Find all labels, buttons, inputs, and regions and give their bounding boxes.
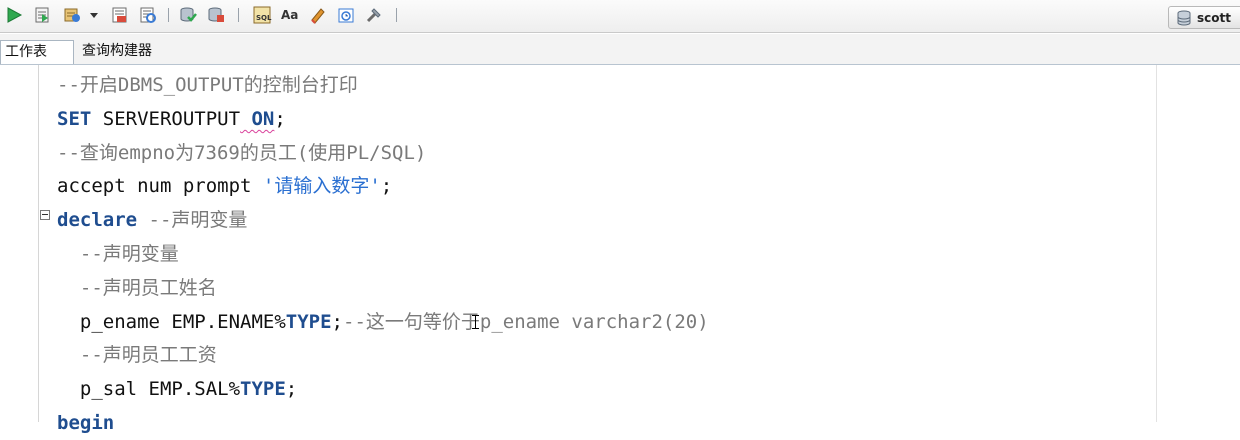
text-cursor-icon — [472, 315, 479, 329]
sql-editor[interactable]: --开启DBMS_OUTPUT的控制台打印 SET SERVEROUTPUT ON… — [0, 65, 1240, 434]
right-margin-line — [1156, 65, 1157, 422]
code-token: '请输入数字' — [262, 175, 381, 198]
unshared-sql-icon[interactable]: SQL — [252, 5, 272, 25]
code-token: p_ename EMP.ENAME% — [57, 310, 286, 333]
sql-tuning-icon[interactable] — [138, 5, 158, 25]
fold-collapse-icon[interactable] — [40, 210, 50, 220]
code-line[interactable]: begin — [57, 406, 114, 440]
code-token: ON — [240, 107, 275, 130]
code-token: SET — [57, 107, 92, 130]
code-line[interactable]: --声明员工工资 — [57, 338, 217, 372]
code-token: ; — [380, 175, 393, 198]
code-line[interactable]: p_sal EMP.SAL%TYPE; — [57, 372, 297, 406]
code-line[interactable]: accept num prompt '请输入数字'; — [57, 169, 392, 203]
code-token: ; — [274, 107, 286, 130]
svg-text:SQL: SQL — [256, 14, 272, 22]
clear-icon[interactable] — [308, 5, 328, 25]
sql-history-icon[interactable] — [336, 5, 356, 25]
code-token: TYPE — [240, 378, 286, 401]
tab-worksheet[interactable]: 工作表 — [0, 40, 74, 64]
toolbar-separator — [168, 8, 169, 22]
run-script-icon[interactable] — [32, 5, 52, 25]
run-statement-icon[interactable] — [4, 5, 24, 25]
gutter-divider — [38, 65, 39, 422]
code-line[interactable]: declare --声明变量 — [57, 203, 247, 237]
code-token: --查询empno为7369的员工(使用PL/SQL) — [57, 141, 427, 164]
rollback-icon[interactable] — [206, 5, 226, 25]
code-token: --声明员工工资 — [57, 344, 217, 367]
code-token: ; — [285, 378, 298, 401]
explain-plan-icon[interactable] — [110, 5, 130, 25]
connection-selector[interactable]: scott — [1168, 6, 1240, 29]
code-token: ; — [331, 310, 343, 333]
code-line[interactable]: --查询empno为7369的员工(使用PL/SQL) — [57, 136, 426, 170]
code-token: accept num prompt — [57, 175, 263, 198]
to-upper-lower-icon[interactable]: Aa — [280, 5, 300, 25]
svg-text:Aa: Aa — [281, 8, 298, 22]
code-token: TYPE — [285, 310, 332, 333]
code-token: begin — [57, 412, 115, 434]
code-line[interactable]: SET SERVEROUTPUT ON; — [57, 102, 286, 136]
code-line[interactable]: --开启DBMS_OUTPUT的控制台打印 — [57, 68, 358, 102]
code-token: SERVEROUTPUT — [91, 107, 241, 130]
toolbar-separator — [396, 8, 397, 22]
toolbar-separator — [238, 8, 239, 22]
code-line[interactable]: --声明员工姓名 — [57, 271, 217, 305]
tab-query-builder[interactable]: 查询构建器 — [82, 40, 152, 64]
code-line[interactable]: p_ename EMP.ENAME%TYPE;--这一句等价于p_ename v… — [57, 305, 709, 339]
code-token: --声明变量 — [57, 243, 179, 265]
format-icon[interactable] — [364, 5, 384, 25]
code-token: --声明员工姓名 — [57, 276, 217, 299]
code-line[interactable]: --声明变量 — [57, 237, 179, 271]
dropdown-arrow-icon[interactable] — [88, 5, 100, 25]
code-token: --开启DBMS_OUTPUT的控制台打印 — [57, 74, 358, 96]
worksheet-tabs: 工作表 查询构建器 — [0, 34, 1240, 65]
worksheet-toolbar: SQL Aa scott — [0, 0, 1240, 33]
commit-icon[interactable] — [178, 5, 198, 25]
code-token: --声明变量 — [137, 209, 248, 232]
connection-name: scott — [1197, 10, 1231, 25]
code-token: declare — [57, 209, 138, 232]
database-connection-icon — [1177, 10, 1191, 26]
code-token: --这一句等价于p_ename varchar2(20) — [343, 310, 709, 333]
autotrace-icon[interactable] — [62, 5, 82, 25]
code-token: p_sal EMP.SAL% — [57, 378, 241, 401]
